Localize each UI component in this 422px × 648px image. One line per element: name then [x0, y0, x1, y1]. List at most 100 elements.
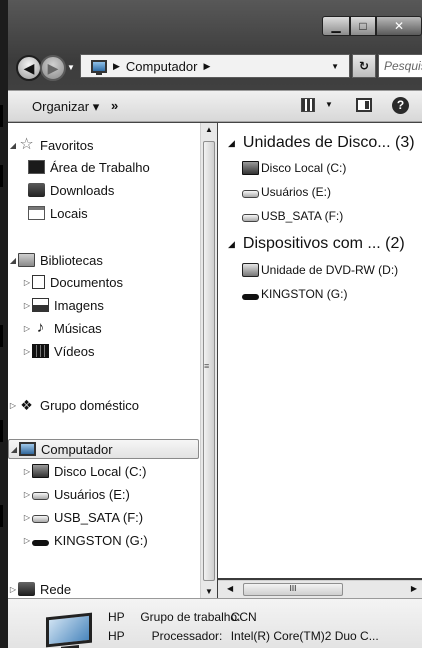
- details-pane: HP Grupo de trabalho: CCN HP Processador…: [8, 598, 422, 648]
- expand-arrow[interactable]: ▷: [22, 513, 32, 522]
- dvd-drive-icon: [242, 263, 259, 277]
- maximize-button[interactable]: □: [350, 16, 376, 36]
- content-horizontal-scrollbar[interactable]: ◀ III ▶: [218, 580, 422, 598]
- expand-arrow[interactable]: ▷: [22, 490, 32, 499]
- usb-drive-icon: [32, 539, 49, 546]
- drive-label: KINGSTON (G:): [261, 287, 348, 301]
- tree-item-documentos[interactable]: ▷ Documentos: [8, 272, 200, 292]
- expand-arrow[interactable]: ▷: [22, 278, 32, 287]
- tree-item-computador[interactable]: ◢ Computador: [8, 439, 199, 459]
- tree-item-grupo-domestico[interactable]: ▷ ❖ Grupo doméstico: [8, 395, 200, 415]
- tree-item-usb-sata[interactable]: ▷ USB_SATA (F:): [8, 507, 200, 527]
- tree-label: Vídeos: [54, 343, 95, 359]
- recent-pages-dropdown[interactable]: ▼: [67, 63, 75, 72]
- tree-label: Favoritos: [40, 137, 94, 153]
- tree-item-downloads[interactable]: Downloads: [8, 180, 200, 200]
- tree-item-usuarios[interactable]: ▷ Usuários (E:): [8, 484, 200, 504]
- network-icon: [18, 582, 35, 596]
- tree-item-musicas[interactable]: ▷ ♪ Músicas: [8, 318, 200, 338]
- drive-item-usb-sata[interactable]: USB_SATA (F:): [242, 209, 343, 223]
- group-header-dispositivos[interactable]: ◢ Dispositivos com ... (2): [228, 235, 405, 253]
- details-row: HP Processador: Intel(R) Core(TM)2 Duo C…: [108, 629, 379, 643]
- collapse-arrow[interactable]: ◢: [8, 141, 18, 150]
- tree-item-bibliotecas[interactable]: ◢ Bibliotecas: [8, 250, 200, 270]
- close-button[interactable]: ✕: [376, 16, 422, 36]
- drive-label: Usuários (E:): [261, 185, 332, 199]
- expand-arrow[interactable]: ▷: [8, 585, 18, 594]
- tree-label: Bibliotecas: [40, 252, 103, 268]
- tree-label: KINGSTON (G:): [54, 532, 148, 548]
- details-value: Intel(R) Core(TM)2 Duo C...: [230, 629, 379, 643]
- scroll-thumb[interactable]: III: [243, 583, 343, 596]
- collapse-arrow[interactable]: ◢: [8, 256, 18, 265]
- drive-item-usuarios[interactable]: Usuários (E:): [242, 185, 331, 199]
- collapse-arrow[interactable]: ◢: [228, 239, 235, 250]
- tree-item-kingston[interactable]: ▷ KINGSTON (G:): [8, 530, 200, 550]
- star-icon: ☆: [19, 136, 34, 153]
- hard-drive-icon: [32, 515, 49, 523]
- expand-arrow[interactable]: ▷: [22, 347, 32, 356]
- homegroup-icon: ❖: [20, 397, 33, 413]
- tree-item-imagens[interactable]: ▷ Imagens: [8, 295, 200, 315]
- address-bar[interactable]: ▶ Computador ▶ ▼: [80, 54, 350, 78]
- tree-item-rede[interactable]: ▷ Rede: [8, 579, 200, 598]
- expand-arrow[interactable]: ▷: [22, 467, 32, 476]
- tree-label: Disco Local (C:): [54, 463, 147, 479]
- back-button[interactable]: ◀: [16, 55, 42, 81]
- tree-label: Área de Trabalho: [50, 159, 150, 175]
- views-icon[interactable]: [301, 98, 315, 112]
- places-icon: [28, 206, 45, 220]
- command-bar: Organizar ▾ » ▼ ?: [8, 90, 422, 122]
- tree-item-locais[interactable]: Locais: [8, 203, 200, 223]
- collapse-arrow[interactable]: ◢: [228, 138, 235, 149]
- preview-pane-icon[interactable]: [356, 98, 372, 112]
- tree-label: Imagens: [54, 297, 104, 313]
- tree-label: Músicas: [54, 320, 102, 336]
- scroll-up-arrow[interactable]: ▲: [205, 125, 213, 134]
- group-title: Dispositivos com ... (2): [242, 235, 405, 252]
- tree-label: Computador: [41, 441, 113, 457]
- scroll-right-arrow[interactable]: ▶: [411, 584, 417, 593]
- collapse-arrow[interactable]: ◢: [9, 445, 19, 454]
- hard-drive-icon: [32, 492, 49, 500]
- drive-item-dvd[interactable]: Unidade de DVD-RW (D:): [242, 263, 398, 277]
- tree-item-disco-local[interactable]: ▷ Disco Local (C:): [8, 461, 200, 481]
- drive-label: USB_SATA (F:): [261, 209, 344, 223]
- search-input[interactable]: Pesquisa: [378, 54, 422, 78]
- details-row: HP Grupo de trabalho: CCN: [108, 610, 257, 624]
- hard-drive-icon: [32, 464, 49, 478]
- group-header-unidades[interactable]: ◢ Unidades de Disco... (3): [228, 134, 415, 152]
- scroll-left-arrow[interactable]: ◀: [227, 584, 233, 593]
- computer-name: HP: [108, 629, 125, 643]
- tree-label: Locais: [50, 205, 88, 221]
- tree-item-favoritos[interactable]: ◢ ☆ Favoritos: [8, 135, 200, 155]
- help-icon[interactable]: ?: [392, 97, 409, 114]
- organize-button[interactable]: Organizar ▾: [32, 99, 99, 115]
- expand-arrow[interactable]: ▷: [22, 324, 32, 333]
- expand-arrow[interactable]: ▷: [8, 401, 18, 410]
- address-dropdown[interactable]: ▼: [331, 62, 339, 71]
- breadcrumb-separator[interactable]: ▶: [203, 61, 210, 72]
- minimize-button[interactable]: ▁: [322, 16, 350, 36]
- scroll-down-arrow[interactable]: ▼: [205, 587, 213, 596]
- caption-buttons: ▁ □ ✕: [322, 16, 422, 36]
- more-commands-button[interactable]: »: [111, 98, 118, 113]
- explorer-window: ▁ □ ✕ ◀ ▶ ▼ ▶ Computador ▶ ▼ ↻ Pesquisa …: [0, 0, 422, 648]
- tree-label: Grupo doméstico: [40, 397, 139, 413]
- expand-arrow[interactable]: ▷: [22, 301, 32, 310]
- tree-label: Rede: [40, 581, 72, 597]
- drive-item-disco-local[interactable]: Disco Local (C:): [242, 161, 346, 175]
- tree-label: USB_SATA (F:): [54, 509, 144, 525]
- window-left-edge: [0, 0, 8, 648]
- tree-item-videos[interactable]: ▷ Vídeos: [8, 341, 200, 361]
- drive-item-kingston[interactable]: KINGSTON (G:): [242, 287, 347, 301]
- expand-arrow[interactable]: ▷: [22, 536, 32, 545]
- views-dropdown[interactable]: ▼: [325, 100, 333, 109]
- drive-label: Disco Local (C:): [261, 161, 347, 175]
- navigation-pane-scrollbar[interactable]: ▲ ≡ ▼: [200, 123, 217, 598]
- refresh-button[interactable]: ↻: [352, 54, 376, 78]
- breadcrumb-computador[interactable]: Computador: [126, 59, 198, 74]
- forward-button[interactable]: ▶: [40, 55, 66, 81]
- breadcrumb-separator[interactable]: ▶: [113, 61, 120, 72]
- tree-item-area-de-trabalho[interactable]: Área de Trabalho: [8, 157, 200, 177]
